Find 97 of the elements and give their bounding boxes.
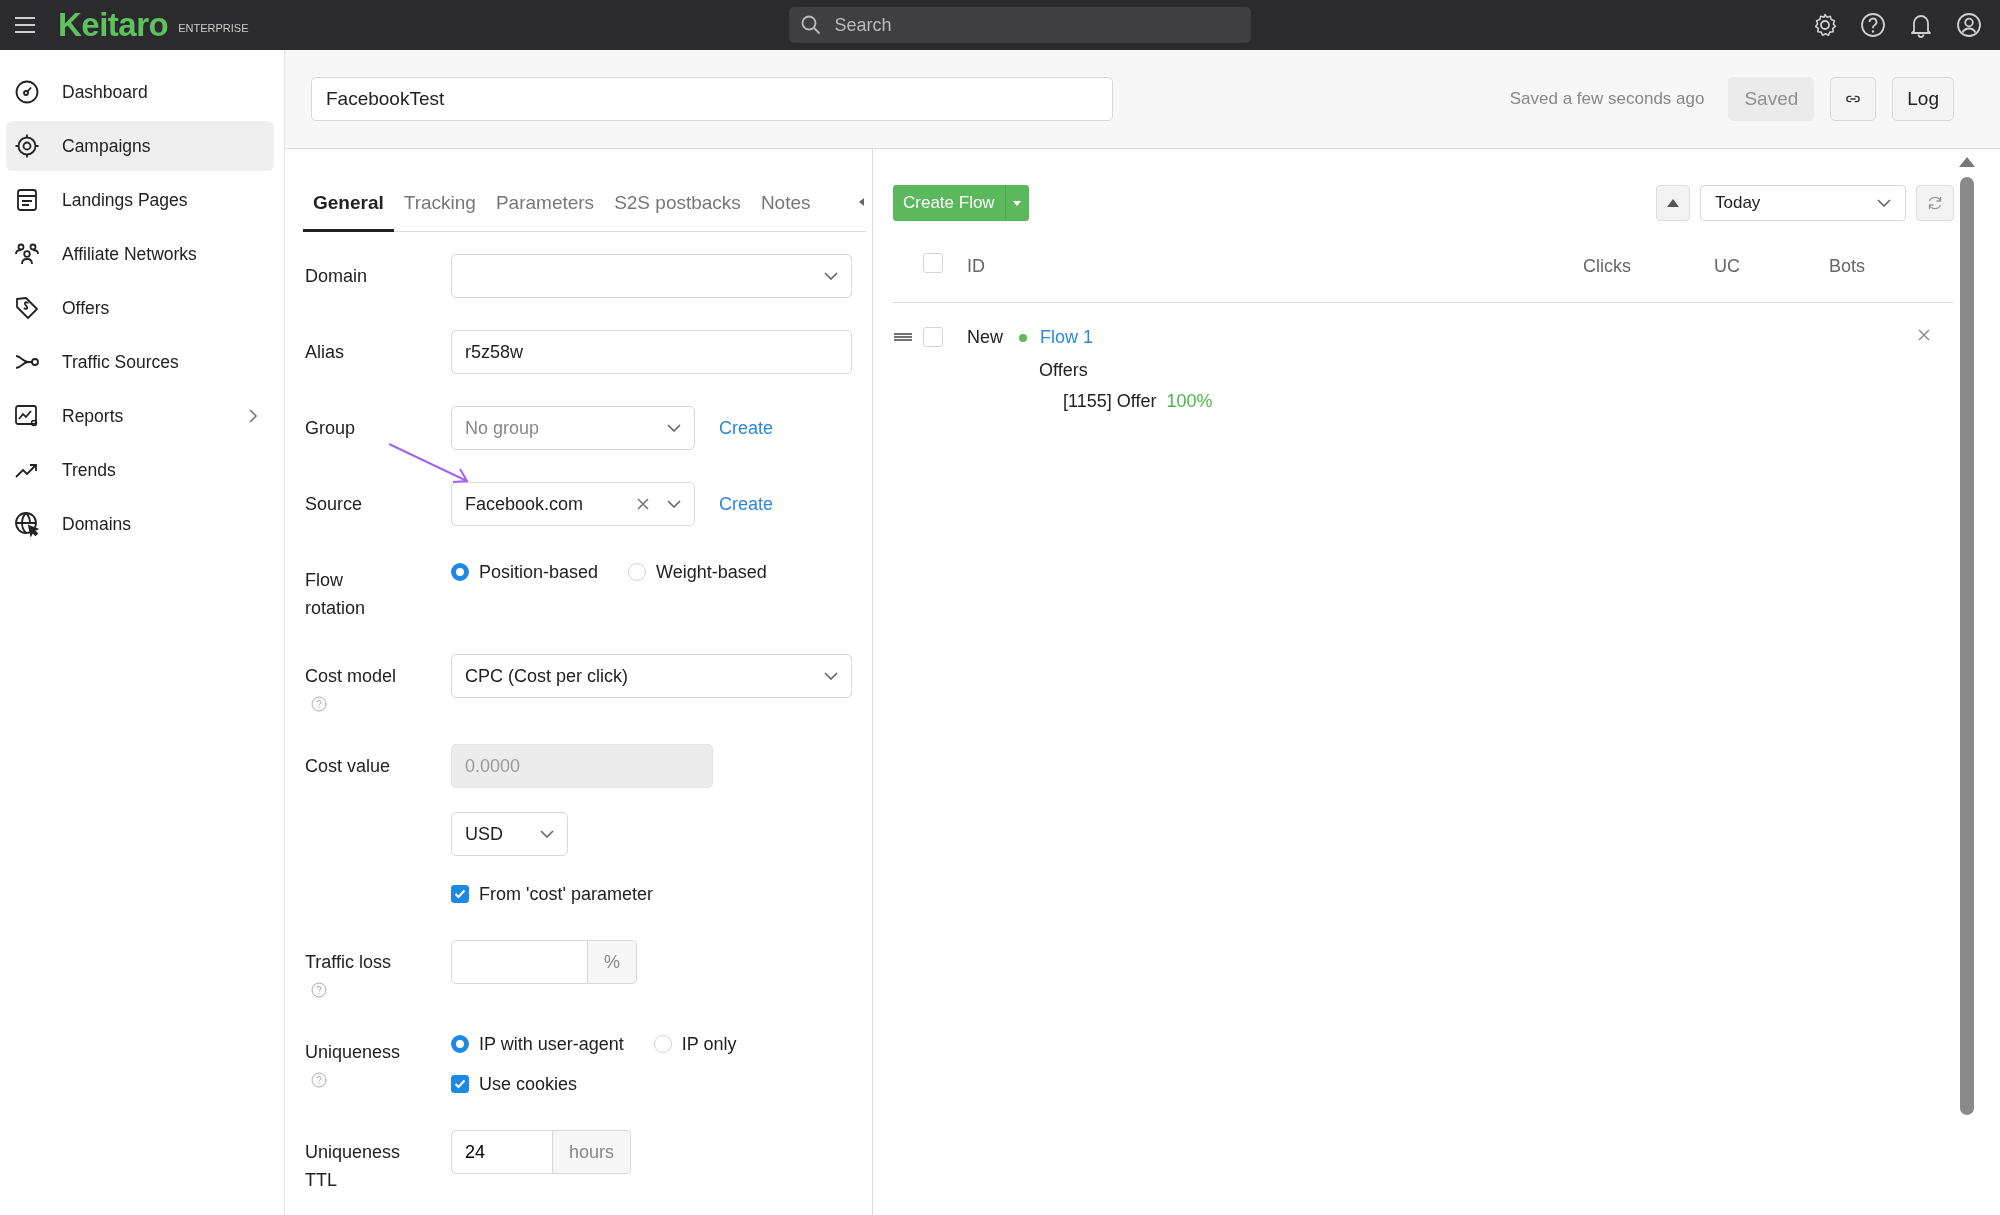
dropdown[interactable]: CPC (Cost per click) (451, 654, 852, 698)
sidebar-item[interactable]: Reports (6, 391, 274, 441)
tab[interactable]: Notes (750, 173, 821, 232)
sidebar-item[interactable]: Campaigns (6, 121, 274, 171)
currency-dropdown[interactable]: USD (451, 812, 568, 856)
target-icon (14, 133, 40, 159)
field-label: Alias (305, 341, 344, 364)
field-label: Domain (305, 265, 368, 288)
column-header[interactable]: ID (967, 255, 1547, 277)
period-dropdown[interactable]: Today (1700, 185, 1906, 221)
triangle-up-icon (1667, 199, 1679, 207)
field-label: Uniqueness TTL (305, 1141, 402, 1192)
sidebar-item[interactable]: Landings Pages (6, 175, 274, 225)
chevron-icon (1877, 199, 1891, 207)
sidebar-item[interactable]: Dashboard (6, 67, 274, 117)
refresh-button[interactable] (1916, 185, 1954, 221)
dropdown[interactable]: Facebook.com (451, 482, 695, 526)
radio-label: IP only (681, 1033, 737, 1055)
flow-status: New (967, 327, 1004, 348)
menu-icon[interactable] (14, 16, 36, 34)
unit-label: hours (553, 1130, 632, 1174)
save-status: Saved a few seconds ago (1509, 89, 1705, 109)
log-button[interactable]: Log (1892, 77, 1954, 121)
checkbox-label: From 'cost' parameter (479, 883, 653, 905)
clear-icon[interactable] (637, 498, 649, 510)
sidebar-item[interactable]: Offers (6, 283, 274, 333)
sidebar-item[interactable]: Domains (6, 499, 274, 549)
field-label: Uniqueness (305, 1041, 401, 1064)
settings-icon[interactable] (1812, 12, 1838, 38)
create-link[interactable]: Create (719, 417, 774, 439)
tag-icon (14, 295, 40, 321)
select-all-checkbox[interactable] (923, 253, 943, 273)
chevron-icon (540, 830, 554, 838)
checkbox-label: Use cookies (479, 1073, 578, 1095)
column-header[interactable]: Bots (1787, 255, 1907, 277)
refresh-icon (1927, 195, 1943, 211)
radio-button[interactable] (451, 563, 469, 581)
user-icon[interactable] (1956, 12, 1982, 38)
row-checkbox[interactable] (923, 327, 943, 347)
radio-label: Position-based (479, 561, 599, 583)
radio-button[interactable] (451, 1035, 469, 1053)
input-field[interactable] (451, 940, 588, 984)
help-icon[interactable] (1860, 12, 1886, 38)
campaign-name-field[interactable]: FacebookTest (311, 77, 1113, 121)
field-label: Cost value (305, 755, 391, 778)
edition-label: ENTERPRISE (178, 22, 249, 34)
text-field[interactable]: r5z58w (451, 330, 852, 374)
offer-name: [1155] Offer (1063, 391, 1157, 412)
tab[interactable]: S2S postbacks (604, 173, 751, 232)
field-label: Flow rotation (305, 569, 367, 620)
field-label: Traffic loss (305, 951, 392, 974)
sidebar-item[interactable]: Traffic Sources (6, 337, 274, 387)
column-header[interactable]: UC (1667, 255, 1787, 277)
tab[interactable]: Tracking (393, 173, 486, 232)
link-button[interactable] (1830, 77, 1877, 121)
caret-icon (1013, 200, 1022, 206)
chevron-icon (824, 272, 838, 280)
radio-label: Weight-based (656, 561, 767, 583)
create-link[interactable]: Create (719, 493, 774, 515)
dropdown-caret-button[interactable] (1004, 185, 1029, 221)
flow-link[interactable]: Flow 1 (1040, 327, 1093, 348)
sidebar-item[interactable]: Affiliate Networks (6, 229, 274, 279)
chevron-icon (824, 672, 838, 680)
chevron-icon (667, 500, 681, 508)
search-field[interactable]: Search (788, 7, 1251, 43)
checkbox[interactable] (451, 1075, 469, 1093)
people-icon (14, 241, 40, 267)
chevron-icon (248, 408, 258, 424)
gauge-icon (14, 79, 40, 105)
sidebar-item[interactable]: Trends (6, 445, 274, 495)
chart-icon (14, 403, 40, 429)
collapse-button[interactable] (1656, 185, 1690, 221)
caret-icon[interactable] (858, 197, 864, 207)
field-label: Group (305, 417, 356, 440)
checkbox[interactable] (451, 885, 469, 903)
scrollbar-thumb[interactable] (1960, 177, 1974, 1115)
unit-label: % (588, 940, 637, 984)
offers-label: Offers (1039, 360, 1089, 381)
close-icon[interactable] (1918, 329, 1930, 341)
drag-handle-icon[interactable] (893, 333, 913, 341)
tab[interactable]: Parameters (485, 173, 605, 232)
link-icon (1846, 94, 1861, 104)
field-label: Source (305, 493, 363, 516)
column-header[interactable]: Clicks (1547, 255, 1667, 277)
chevron-icon (667, 424, 681, 432)
offer-share: 100% (1166, 391, 1213, 412)
search-icon (800, 15, 821, 35)
radio-label: IP with user-agent (479, 1033, 624, 1055)
globe-icon (14, 511, 40, 537)
input-field[interactable]: 24 (451, 1130, 553, 1174)
field-label: Cost model (305, 665, 397, 688)
tab[interactable]: General (303, 173, 394, 232)
bell-icon[interactable] (1908, 12, 1934, 38)
logo[interactable]: Keitaro (58, 6, 169, 44)
document-icon (14, 187, 40, 213)
dropdown[interactable]: No group (451, 406, 695, 450)
scroll-up-icon[interactable] (1959, 157, 1975, 167)
